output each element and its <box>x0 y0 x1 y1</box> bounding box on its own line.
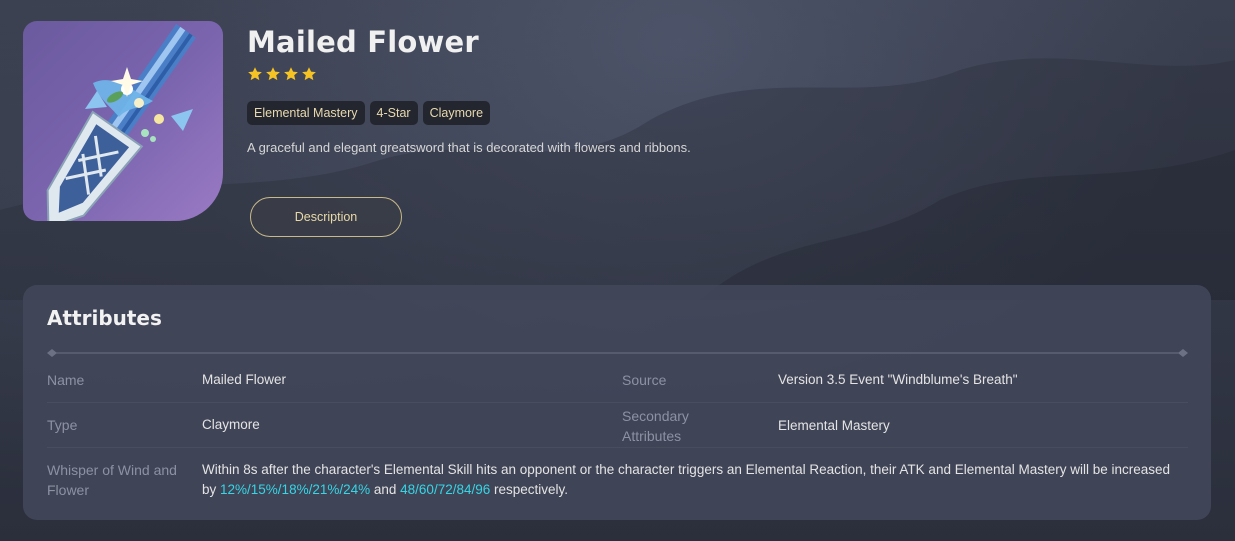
attributes-panel: Attributes Name Mailed Flower Source Ver… <box>23 285 1211 520</box>
weapon-tags: Elemental Mastery 4-Star Claymore <box>247 101 491 125</box>
attributes-title: Attributes <box>47 306 162 330</box>
source-value: Version 3.5 Event "Windblume's Breath" <box>778 372 1018 387</box>
secondary-label-line2: Attributes <box>622 428 682 444</box>
rarity-stars <box>247 66 317 82</box>
type-label: Type <box>47 417 78 433</box>
passive-label-line1: Whisper of Wind and <box>47 462 177 478</box>
secondary-attributes-value: Elemental Mastery <box>778 418 890 433</box>
weapon-header: Mailed Flower Elemental Mastery 4-Star C… <box>23 21 1213 251</box>
passive-text-end: respectively. <box>490 482 569 497</box>
tag-elemental-mastery: Elemental Mastery <box>247 101 365 125</box>
name-value: Mailed Flower <box>202 372 287 387</box>
description-button[interactable]: Description <box>250 197 402 237</box>
passive-em-values: 48/60/72/84/96 <box>400 482 491 497</box>
star-icon <box>284 67 298 81</box>
star-icon <box>266 67 280 81</box>
tag-rarity: 4-Star <box>369 101 418 125</box>
section-divider <box>47 349 1188 357</box>
row-separator <box>47 447 1188 448</box>
star-icon <box>302 67 316 81</box>
name-label: Name <box>47 372 85 388</box>
passive-label-line2: Flower <box>47 482 90 498</box>
passive-label: Whisper of Wind and Flower <box>47 460 197 500</box>
row-separator <box>47 402 1188 403</box>
tag-weapon-type: Claymore <box>422 101 491 125</box>
claymore-weapon-icon <box>23 21 223 221</box>
passive-text-and: and <box>370 482 401 497</box>
secondary-label-line1: Secondary <box>622 408 689 424</box>
passive-text-line1: Within 8s after the character's Elementa… <box>202 462 1171 477</box>
type-value: Claymore <box>202 417 260 432</box>
weapon-description: A graceful and elegant greatsword that i… <box>247 140 691 155</box>
passive-text-by: by <box>202 482 221 497</box>
passive-description: Within 8s after the character's Elementa… <box>202 460 1192 500</box>
star-icon <box>248 67 262 81</box>
secondary-attributes-label: Secondary Attributes <box>622 406 689 446</box>
weapon-title: Mailed Flower <box>247 25 479 59</box>
source-label: Source <box>622 372 667 388</box>
passive-atk-values: 12%/15%/18%/21%/24% <box>220 482 371 497</box>
